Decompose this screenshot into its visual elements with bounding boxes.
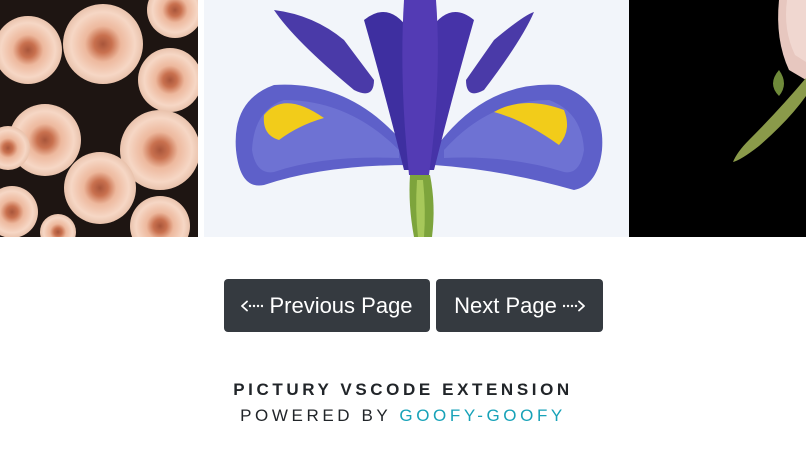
footer-powered-by: POWERED BY GOOFY-GOOFY <box>0 402 806 430</box>
arrow-left-icon <box>241 299 264 313</box>
footer-title: PICTURY VSCODE EXTENSION <box>233 380 573 399</box>
footer: PICTURY VSCODE EXTENSION POWERED BY GOOF… <box>0 378 806 430</box>
photo-iris[interactable] <box>204 0 629 237</box>
previous-page-button[interactable]: Previous Page <box>224 279 430 332</box>
next-page-button[interactable]: Next Page <box>436 279 603 332</box>
previous-page-label: Previous Page <box>269 292 413 318</box>
photo-chrysanthemums[interactable] <box>0 0 198 237</box>
photo-rose[interactable] <box>629 0 806 237</box>
rose-image <box>629 0 806 237</box>
powered-by-label: POWERED BY <box>240 406 392 425</box>
pagination: Previous Page Next Page <box>0 279 806 332</box>
iris-image <box>204 0 629 237</box>
chrysanthemums-image <box>0 0 198 237</box>
goofy-goofy-link[interactable]: GOOFY-GOOFY <box>399 406 566 425</box>
page: Previous Page Next Page PICTURY VSCODE E… <box>0 0 806 468</box>
next-page-label: Next Page <box>454 292 557 318</box>
arrow-right-icon <box>562 299 585 313</box>
photo-strip <box>0 0 806 237</box>
